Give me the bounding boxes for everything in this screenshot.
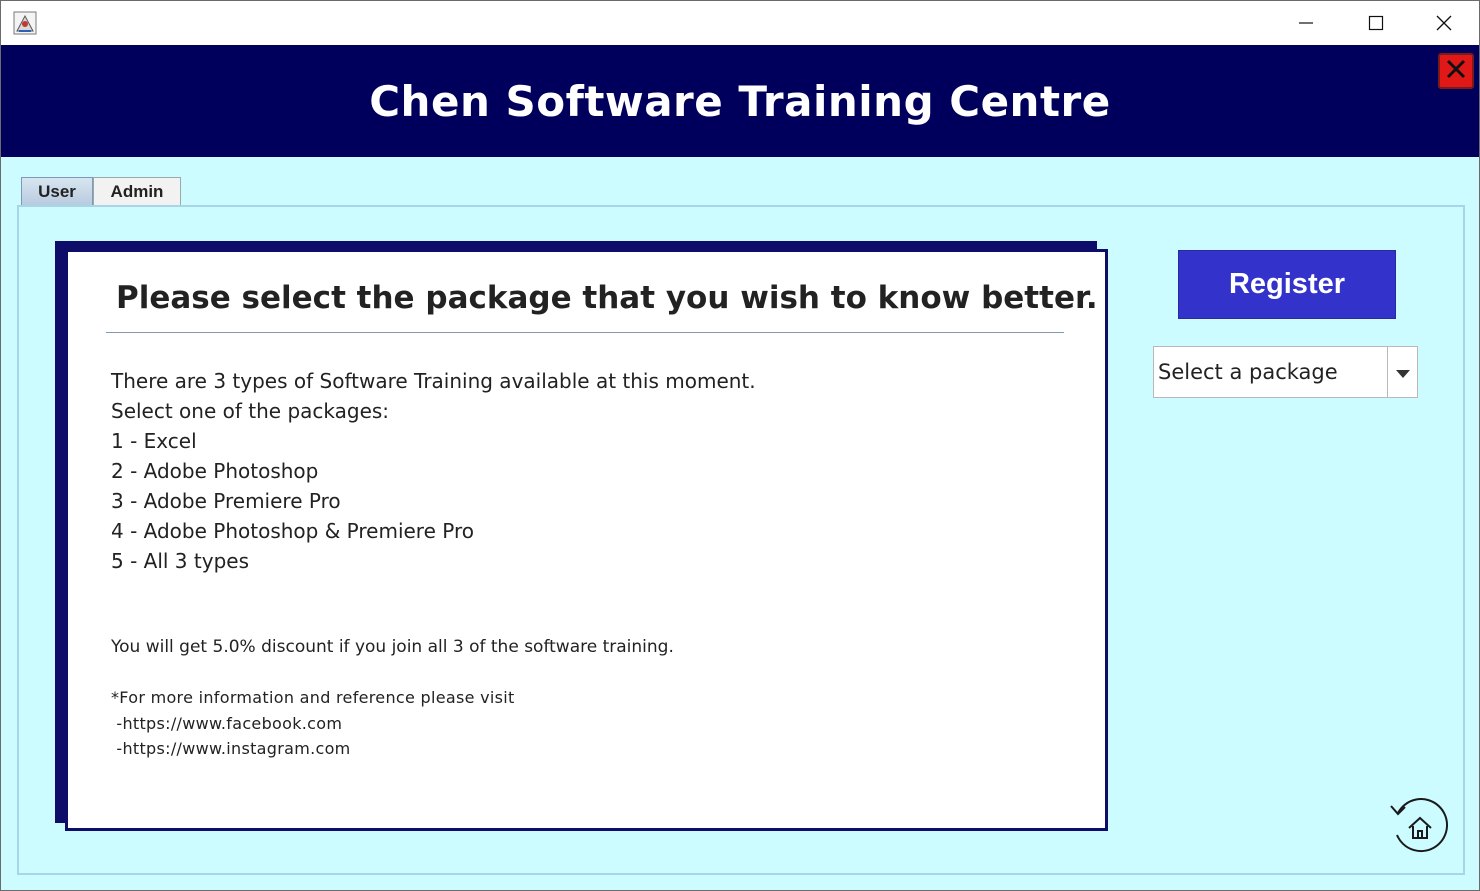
reference-heading: *For more information and reference plea… xyxy=(111,688,515,707)
reference-info: *For more information and reference plea… xyxy=(111,685,515,762)
tab-admin[interactable]: Admin xyxy=(93,177,181,205)
title-bar xyxy=(1,1,1479,45)
discount-note: You will get 5.0% discount if you join a… xyxy=(111,637,674,657)
register-button[interactable]: Register xyxy=(1178,250,1396,319)
app-window: Chen Software Training Centre User Admin… xyxy=(0,0,1480,891)
package-select[interactable]: Select a package xyxy=(1153,346,1418,398)
package-option: 3 - Adobe Premiere Pro xyxy=(111,489,341,513)
package-option: 1 - Excel xyxy=(111,429,197,453)
close-button[interactable] xyxy=(1409,1,1479,45)
exit-button[interactable] xyxy=(1438,53,1474,89)
package-option: 2 - Adobe Photoshop xyxy=(111,459,319,483)
intro-line: There are 3 types of Software Training a… xyxy=(111,369,756,393)
card-heading: Please select the package that you wish … xyxy=(116,280,1098,316)
minimize-icon xyxy=(1298,15,1314,31)
heading-divider xyxy=(106,332,1064,333)
red-close-icon xyxy=(1445,58,1467,84)
instruction-line: Select one of the packages: xyxy=(111,399,390,423)
app-title: Chen Software Training Centre xyxy=(369,76,1111,126)
package-option: 5 - All 3 types xyxy=(111,549,249,573)
dropdown-arrow-button[interactable] xyxy=(1387,347,1417,397)
close-icon xyxy=(1435,14,1453,32)
package-info-card: Please select the package that you wish … xyxy=(65,249,1108,831)
package-select-value: Select a package xyxy=(1158,360,1338,384)
chevron-down-icon xyxy=(1395,363,1410,382)
reference-link: -https://www.instagram.com xyxy=(111,739,351,758)
home-button[interactable] xyxy=(1389,795,1451,857)
maximize-icon xyxy=(1368,15,1384,31)
minimize-button[interactable] xyxy=(1271,1,1341,45)
header-banner: Chen Software Training Centre xyxy=(1,45,1479,157)
tab-user[interactable]: User xyxy=(21,177,93,205)
package-option: 4 - Adobe Photoshop & Premiere Pro xyxy=(111,519,474,543)
maximize-button[interactable] xyxy=(1341,1,1411,45)
reference-link: -https://www.facebook.com xyxy=(111,713,343,733)
java-app-icon xyxy=(13,11,37,35)
package-list: There are 3 types of Software Training a… xyxy=(111,366,756,576)
home-refresh-icon xyxy=(1389,798,1451,861)
